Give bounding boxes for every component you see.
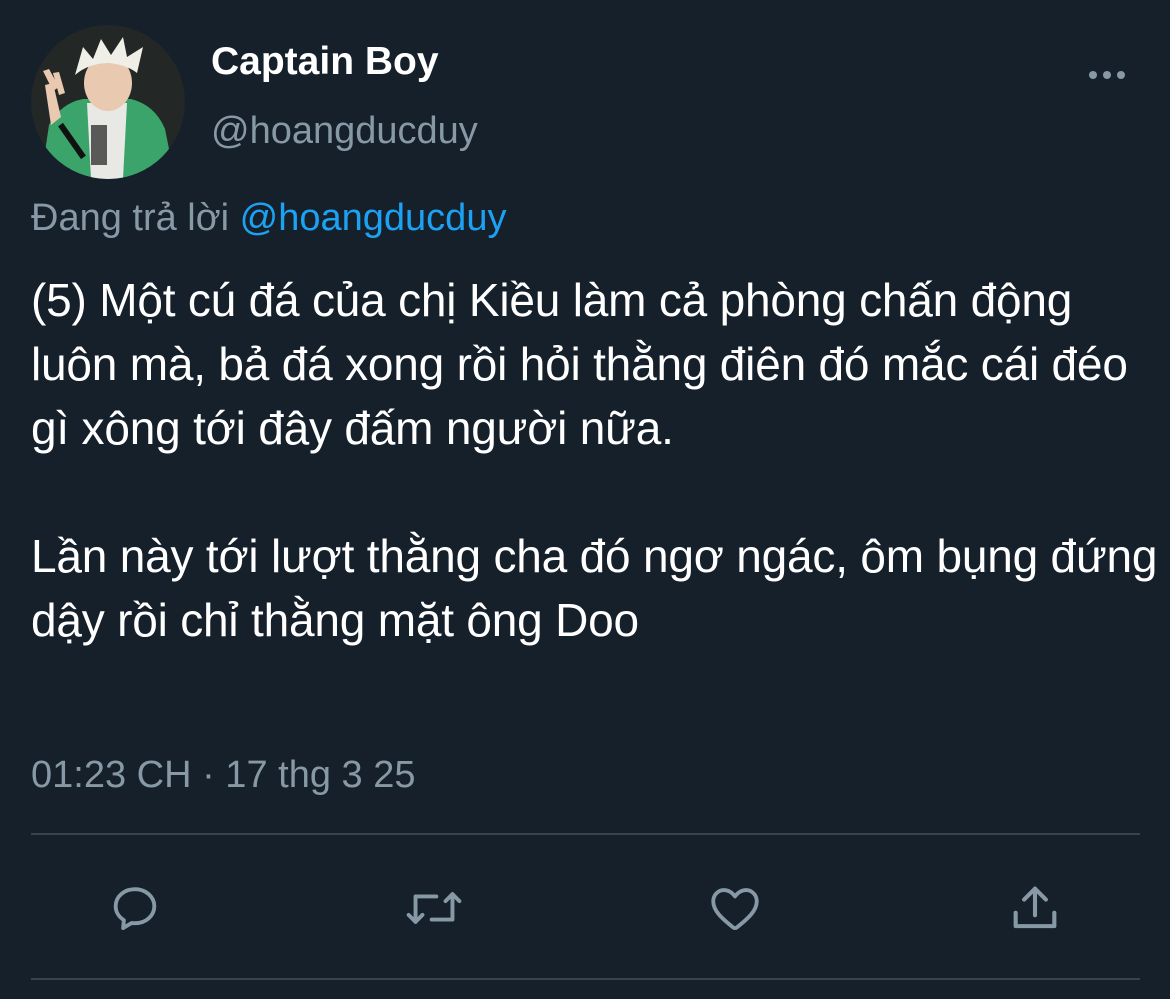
avatar-image: [31, 25, 185, 179]
replying-to-line: Đang trả lời @hoangducduy: [31, 194, 506, 242]
share-icon: [1013, 886, 1057, 929]
avatar[interactable]: [31, 25, 185, 179]
like-button[interactable]: [705, 878, 765, 938]
tweet-timestamp[interactable]: 01:23 CH · 17 thg 3 25: [31, 751, 415, 799]
display-name[interactable]: Captain Boy: [211, 38, 439, 86]
more-horizontal-icon: [1089, 71, 1125, 79]
more-options-button[interactable]: [1080, 58, 1134, 92]
reply-mention-link[interactable]: @hoangducduy: [240, 197, 507, 239]
divider-bottom: [31, 978, 1140, 980]
reply-button[interactable]: [105, 878, 165, 938]
heart-icon: [711, 888, 759, 930]
retweet-icon: [406, 892, 462, 924]
reply-icon: [113, 887, 157, 930]
divider-top: [31, 833, 1140, 835]
reply-prefix: Đang trả lời: [31, 197, 230, 239]
retweet-button[interactable]: [404, 878, 464, 938]
user-handle[interactable]: @hoangducduy: [211, 107, 478, 155]
share-button[interactable]: [1005, 878, 1065, 938]
tweet-text: (5) Một cú đá của chị Kiều làm cả phòng …: [31, 274, 1158, 646]
